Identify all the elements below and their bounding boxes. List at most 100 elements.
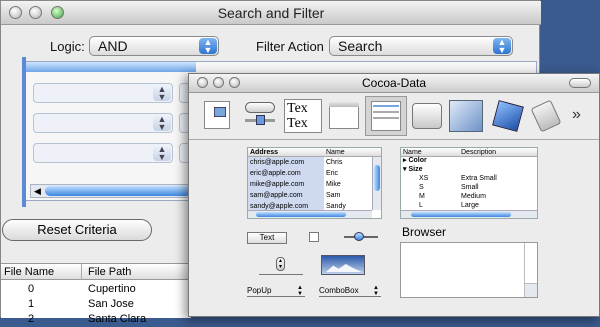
- popup-arrows-icon: ▲ ▼: [199, 38, 217, 55]
- reset-criteria-button[interactable]: Reset Criteria: [2, 219, 152, 241]
- palette-title: Cocoa-Data: [189, 74, 599, 93]
- results-table[interactable]: File Name File Path 0 Cupertino 1 San Jo…: [1, 263, 191, 325]
- scroll-left-icon[interactable]: ◀: [34, 185, 41, 197]
- cocoa-3d-icon[interactable]: [489, 99, 527, 133]
- criteria-popup[interactable]: ▲ ▼: [33, 113, 173, 133]
- drawer-edge: [22, 57, 26, 207]
- cell-name: Size: [408, 166, 423, 173]
- cocoa-containers-icon[interactable]: [200, 99, 238, 133]
- cell-address: mike@apple.com: [250, 181, 305, 188]
- filter-action-label: Filter Action: [256, 39, 324, 54]
- sample-stepper-area: ▴ ▾: [259, 255, 303, 275]
- minimize-icon[interactable]: [29, 6, 42, 19]
- text-icon-glyph: Tex: [287, 116, 308, 131]
- disclosure-right-icon[interactable]: ▸: [403, 157, 407, 164]
- cell-file-name: 2: [28, 313, 35, 325]
- cell-file-name: 0: [28, 283, 35, 295]
- slider-knob[interactable]: [354, 232, 364, 241]
- popup-arrows-icon: ▲ ▼: [153, 85, 171, 102]
- table-row[interactable]: 0 Cupertino: [1, 282, 191, 297]
- outline-row: XS Extra Small: [401, 174, 529, 183]
- cell-name: XS: [419, 175, 429, 182]
- horizontal-scrollbar[interactable]: [401, 210, 537, 218]
- criteria-header: [26, 62, 196, 72]
- horizontal-scrollbar[interactable]: [248, 210, 372, 218]
- popup-arrows-icon: ▲ ▼: [153, 115, 171, 132]
- cell-name: Eric: [326, 170, 339, 177]
- filter-action-popup[interactable]: Search ▲ ▼: [329, 36, 513, 56]
- table-row[interactable]: 1 San Jose: [1, 297, 191, 312]
- zoom-icon[interactable]: [229, 77, 240, 88]
- mountain-image: [326, 264, 362, 272]
- disclosure-down-icon[interactable]: ▾: [403, 166, 407, 173]
- cell-name: M: [419, 193, 425, 200]
- sample-table-view[interactable]: Address Name chris@apple.com Chris eric@…: [247, 147, 382, 219]
- sample-slider[interactable]: [344, 232, 378, 241]
- zoom-icon[interactable]: [51, 6, 64, 19]
- sample-popup-button[interactable]: PopUp ▲ ▼: [247, 285, 305, 297]
- browser-scroll-corner: [525, 283, 537, 297]
- criteria-popup[interactable]: ▲ ▼: [33, 83, 173, 103]
- cell-address: chris@apple.com: [250, 159, 305, 166]
- cocoa-scroll-icon[interactable]: [527, 99, 565, 133]
- cell-address: eric@apple.com: [250, 170, 301, 177]
- sample-browser[interactable]: [400, 242, 538, 298]
- column-header-name: Name: [326, 149, 345, 156]
- cell-name: Sam: [326, 192, 341, 199]
- mini-table-header: Address Name: [248, 148, 381, 157]
- table-row: eric@apple.com Eric: [248, 168, 372, 179]
- toolbar-overflow-icon[interactable]: »: [572, 106, 581, 124]
- toolbar-toggle-button[interactable]: [569, 78, 591, 88]
- cell-description: Medium: [461, 193, 486, 200]
- stepper-icon[interactable]: ▴ ▾: [276, 257, 285, 271]
- scroll-thumb[interactable]: [256, 212, 346, 217]
- criteria-popup[interactable]: ▲ ▼: [33, 143, 173, 163]
- column-divider: [81, 264, 82, 280]
- cell-file-path: San Jose: [88, 298, 134, 310]
- table-header: File Name File Path: [1, 264, 191, 280]
- minimize-icon[interactable]: [213, 77, 224, 88]
- cell-name: Mike: [326, 181, 341, 188]
- column-header-file-path[interactable]: File Path: [88, 264, 131, 280]
- close-icon[interactable]: [9, 6, 22, 19]
- sample-outline-view[interactable]: Name Description ▸ Color ▾ Size XS Extra…: [400, 147, 538, 219]
- cell-address: sam@apple.com: [250, 192, 303, 199]
- table-row[interactable]: 2 Santa Clara: [1, 312, 191, 327]
- sample-image-well[interactable]: [309, 232, 319, 242]
- scroll-thumb[interactable]: [45, 186, 191, 196]
- cocoa-data-palette: Cocoa-Data Tex Tex » Address Name chris@…: [188, 73, 600, 317]
- horizontal-scrollbar[interactable]: ◀: [30, 184, 192, 198]
- scroll-thumb[interactable]: [411, 212, 511, 217]
- popup-arrows-icon: ▲ ▼: [493, 38, 511, 55]
- cell-name: S: [419, 184, 424, 191]
- palette-toolbar: Tex Tex »: [189, 94, 599, 140]
- scroll-thumb[interactable]: [374, 165, 380, 191]
- cell-file-name: 1: [28, 298, 35, 310]
- sample-combobox[interactable]: ComboBox ▲ ▼: [319, 285, 381, 297]
- table-row: sam@apple.com Sam: [248, 190, 372, 201]
- browser-label: Browser: [402, 225, 447, 239]
- popup-label: PopUp: [247, 286, 272, 295]
- sample-image-view[interactable]: [321, 255, 365, 275]
- cocoa-controls-icon[interactable]: [242, 99, 280, 133]
- vertical-scrollbar[interactable]: [372, 157, 381, 210]
- logic-label: Logic:: [50, 39, 85, 54]
- cell-name: Color: [408, 157, 427, 164]
- sample-text-field[interactable]: Text: [247, 232, 287, 244]
- cocoa-graphics-icon[interactable]: [447, 99, 485, 133]
- cell-description: Small: [461, 184, 479, 191]
- cell-name: L: [419, 202, 423, 209]
- column-header-file-name[interactable]: File Name: [4, 264, 54, 280]
- cocoa-data-icon[interactable]: [365, 96, 407, 136]
- cocoa-windows-icon[interactable]: [326, 99, 364, 133]
- outline-row: S Small: [401, 183, 529, 192]
- outline-row: L Large: [401, 201, 529, 210]
- filter-action-value: Search: [338, 38, 383, 54]
- logic-popup[interactable]: AND ▲ ▼: [89, 36, 219, 56]
- cocoa-other-icon[interactable]: [409, 99, 447, 133]
- combobox-label: ComboBox: [319, 286, 359, 295]
- cell-description: Extra Small: [461, 175, 497, 182]
- outline-row: ▸ Color: [401, 156, 427, 165]
- close-icon[interactable]: [197, 77, 208, 88]
- cocoa-text-icon[interactable]: Tex Tex: [284, 99, 322, 133]
